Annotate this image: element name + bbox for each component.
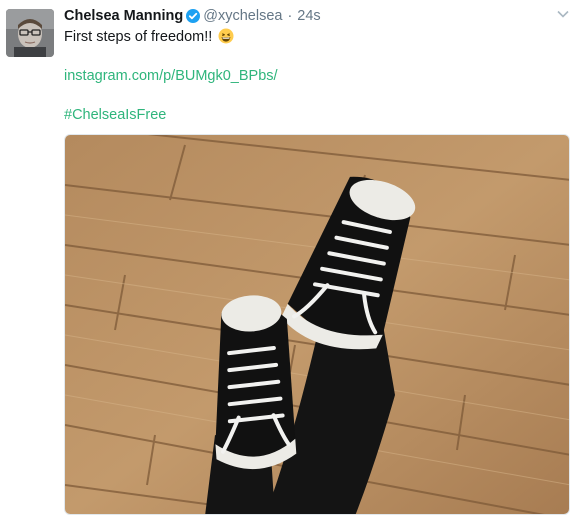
verified-badge-icon — [186, 9, 201, 23]
chevron-down-icon[interactable] — [556, 7, 570, 21]
author-handle[interactable]: @xychelsea — [203, 8, 282, 24]
tweet: Chelsea Manning @xychelsea · 24s First s… — [0, 0, 576, 527]
hashtag-link[interactable]: #ChelseaIsFree — [64, 105, 166, 125]
tweet-text-line: First steps of freedom!! — [64, 27, 234, 47]
separator-dot: · — [287, 8, 293, 24]
avatar[interactable] — [6, 9, 54, 57]
tweet-timestamp[interactable]: 24s — [297, 8, 320, 24]
instagram-link[interactable]: instagram.com/p/BUMgk0_BPbs/ — [64, 66, 278, 86]
tweet-photo[interactable] — [64, 134, 570, 515]
tweet-header: Chelsea Manning @xychelsea · 24s — [64, 6, 321, 26]
author-name[interactable]: Chelsea Manning — [64, 8, 183, 24]
tweet-text-content: First steps of freedom!! — [64, 29, 213, 45]
grinning-face-emoji — [218, 28, 234, 44]
